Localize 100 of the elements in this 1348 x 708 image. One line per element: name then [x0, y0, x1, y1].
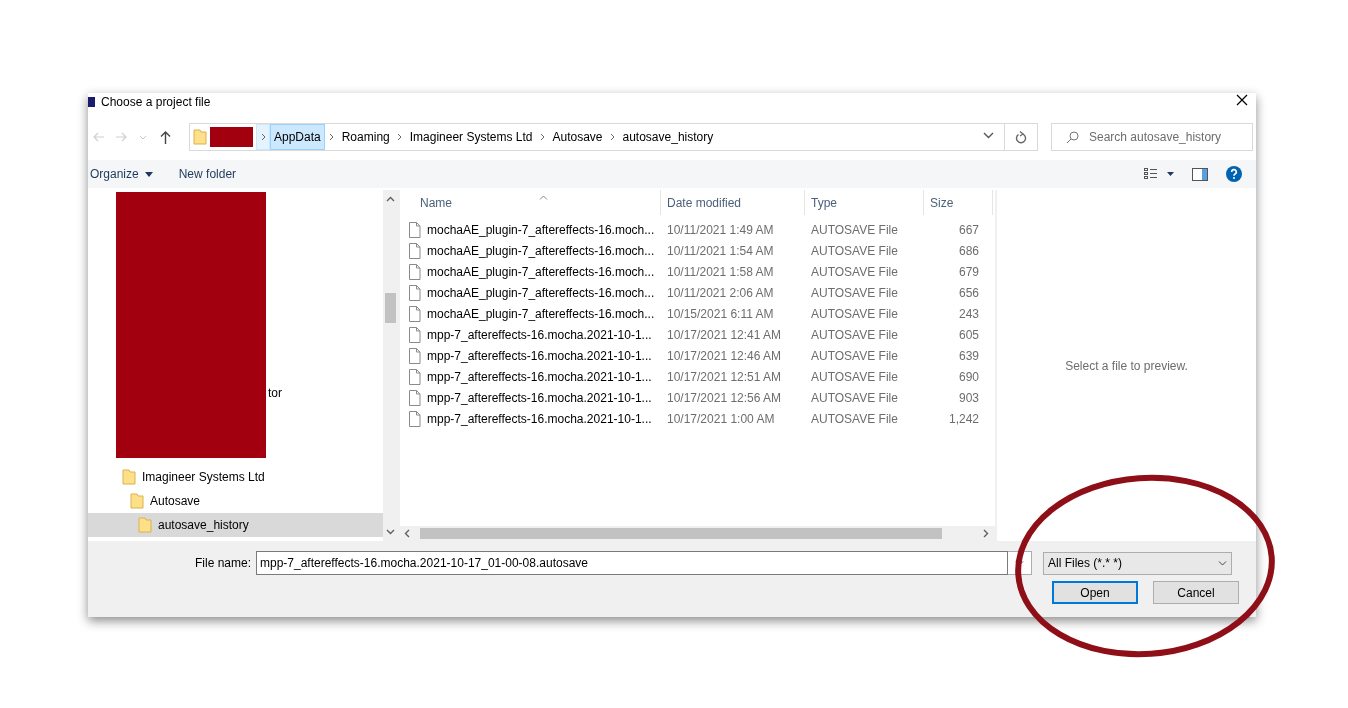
refresh-button[interactable]: [1005, 123, 1038, 151]
file-icon: [408, 347, 421, 364]
folder-tree-item[interactable]: autosave_history: [88, 513, 383, 537]
organize-button[interactable]: Organize: [88, 167, 155, 181]
date-modified: 10/15/2021 6:11 AM: [667, 306, 774, 321]
up-arrow-icon[interactable]: [159, 130, 171, 144]
file-name[interactable]: mpp-7_aftereffects-16.mocha.2021-10-1...: [427, 327, 652, 342]
file-name-label: File name:: [194, 556, 251, 570]
date-modified: 10/17/2021 12:46 AM: [667, 348, 782, 363]
file-name[interactable]: mochaAE_plugin-7_aftereffects-16.moch...: [427, 243, 655, 258]
preview-pane-icon[interactable]: [1192, 167, 1208, 181]
date-modified: 10/11/2021 2:06 AM: [667, 285, 774, 300]
file-size: 679: [958, 264, 979, 279]
file-name[interactable]: mochaAE_plugin-7_aftereffects-16.moch...: [427, 222, 655, 237]
close-icon[interactable]: [1236, 94, 1248, 106]
date-modified: 10/17/2021 12:56 AM: [667, 390, 782, 405]
breadcrumb-item[interactable]: autosave_history: [619, 124, 717, 150]
folder-icon: [138, 517, 152, 533]
folder-tree-item[interactable]: tor: [268, 381, 282, 405]
chevron-right-icon: [329, 133, 335, 141]
column-header[interactable]: Type: [805, 190, 924, 215]
preview-message: Select a file to preview.: [1065, 358, 1188, 373]
file-name[interactable]: mpp-7_aftereffects-16.mocha.2021-10-1...: [427, 390, 652, 405]
file-type: AUTOSAVE File: [811, 348, 898, 363]
date-modified: 10/11/2021 1:58 AM: [667, 264, 774, 279]
folder-icon: [193, 129, 207, 145]
file-icon: [408, 305, 421, 322]
folder-icon: [130, 493, 144, 509]
file-icon: [408, 221, 421, 238]
column-header[interactable]: Size: [924, 190, 993, 215]
file-type: AUTOSAVE File: [811, 306, 898, 321]
breadcrumb-item[interactable]: AppData: [270, 124, 325, 150]
file-size: 686: [958, 243, 979, 258]
file-size: 639: [958, 348, 979, 363]
file-icon: [408, 284, 421, 301]
date-modified: 10/17/2021 1:00 AM: [667, 411, 775, 426]
new-folder-button[interactable]: New folder: [176, 167, 239, 181]
scrollbar-thumb[interactable]: [420, 528, 942, 539]
scroll-down-icon[interactable]: [386, 529, 395, 535]
breadcrumb-item[interactable]: Imagineer Systems Ltd: [406, 124, 536, 150]
chevron-right-icon: [260, 133, 266, 141]
scrollbar-thumb[interactable]: [385, 293, 396, 323]
file-type: AUTOSAVE File: [811, 264, 898, 279]
view-options-icon[interactable]: [1144, 168, 1174, 180]
file-size: 690: [958, 369, 979, 384]
file-type: AUTOSAVE File: [811, 243, 898, 258]
chevron-down-icon[interactable]: [983, 132, 994, 139]
scroll-right-icon[interactable]: [983, 529, 989, 538]
file-size: 903: [958, 390, 979, 405]
chevron-right-icon: [397, 133, 403, 141]
chevron-down-icon: [1218, 560, 1227, 566]
file-type: AUTOSAVE File: [811, 285, 898, 300]
scroll-left-icon[interactable]: [404, 529, 410, 538]
file-type: AUTOSAVE File: [811, 390, 898, 405]
column-header[interactable]: Date modified: [661, 190, 805, 215]
app-icon: [88, 97, 95, 107]
date-modified: 10/17/2021 12:51 AM: [667, 369, 782, 384]
folder-icon: [122, 469, 136, 485]
file-type: AUTOSAVE File: [811, 327, 898, 342]
file-size: 667: [958, 222, 979, 237]
file-icon: [408, 242, 421, 259]
file-type: AUTOSAVE File: [811, 369, 898, 384]
file-name-field[interactable]: mpp-7_aftereffects-16.mocha.2021-10-17_01-00-08.autosave: [256, 551, 1008, 575]
file-size: 605: [958, 327, 979, 342]
folder-tree-item[interactable]: Imagineer Systems Ltd: [88, 465, 383, 489]
file-icon: [408, 368, 421, 385]
file-name[interactable]: mochaAE_plugin-7_aftereffects-16.moch...: [427, 285, 655, 300]
caret-down-icon: [144, 171, 153, 177]
window-title: Choose a project file: [101, 95, 211, 109]
date-modified: 10/11/2021 1:49 AM: [667, 222, 774, 237]
file-icon: [408, 326, 421, 343]
file-type-dropdown[interactable]: All Files (*.* *): [1043, 551, 1232, 575]
file-name[interactable]: mpp-7_aftereffects-16.mocha.2021-10-1...: [427, 411, 652, 426]
chevron-right-icon: [610, 133, 615, 141]
file-type: AUTOSAVE File: [811, 222, 898, 237]
file-size: 243: [958, 306, 979, 321]
scroll-up-icon[interactable]: [386, 196, 395, 202]
search-field[interactable]: Search autosave_history: [1051, 123, 1253, 151]
breadcrumb-item[interactable]: Autosave: [549, 124, 606, 150]
open-button[interactable]: Open: [1052, 581, 1138, 604]
file-type: AUTOSAVE File: [811, 411, 898, 426]
file-icon: [408, 410, 421, 427]
column-header[interactable]: Name: [400, 190, 661, 215]
folder-tree-item[interactable]: Autosave: [88, 489, 383, 513]
date-modified: 10/17/2021 12:41 AM: [667, 327, 782, 342]
breadcrumb-item[interactable]: Roaming: [338, 124, 393, 150]
file-size: 1,242: [948, 411, 979, 426]
cancel-button[interactable]: Cancel: [1153, 581, 1239, 604]
file-size: 656: [958, 285, 979, 300]
file-name[interactable]: mpp-7_aftereffects-16.mocha.2021-10-1...: [427, 348, 652, 363]
file-icon: [408, 389, 421, 406]
date-modified: 10/11/2021 1:54 AM: [667, 243, 774, 258]
file-icon: [408, 263, 421, 280]
help-icon[interactable]: [1226, 166, 1242, 182]
chevron-right-icon: [539, 133, 545, 141]
file-name[interactable]: mpp-7_aftereffects-16.mocha.2021-10-1...: [427, 369, 652, 384]
file-name[interactable]: mochaAE_plugin-7_aftereffects-16.moch...: [427, 306, 655, 321]
refresh-icon: [1015, 130, 1027, 144]
search-icon: [1066, 130, 1079, 144]
file-name[interactable]: mochaAE_plugin-7_aftereffects-16.moch...: [427, 264, 655, 279]
